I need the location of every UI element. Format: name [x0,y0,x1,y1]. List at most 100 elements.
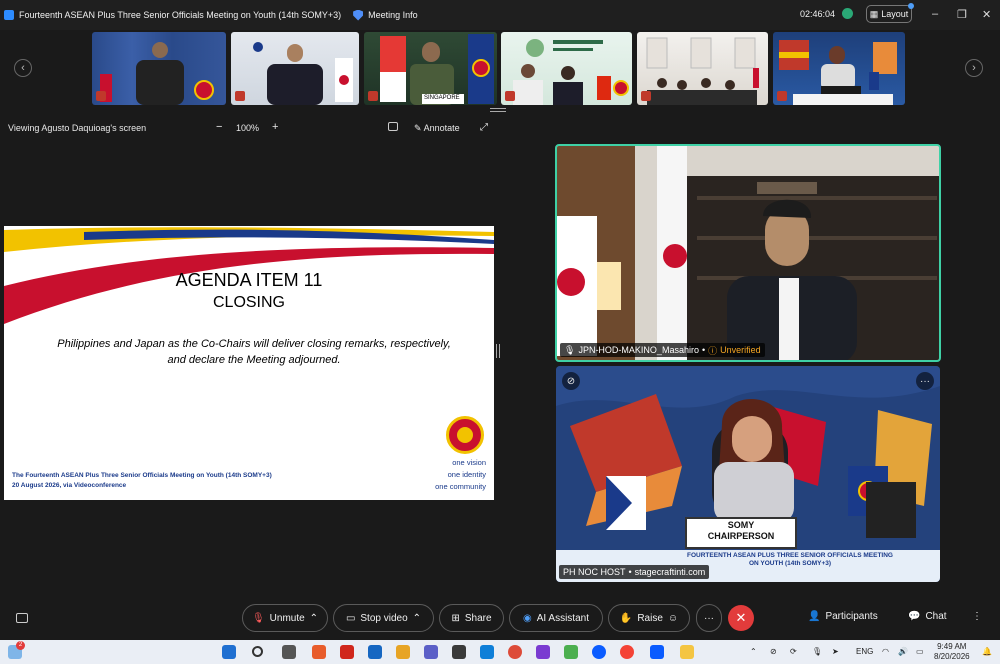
annotate-label: Annotate [423,123,460,133]
slide-body: Philippines and Japan as the Co-Chairs w… [24,336,484,368]
slide-body-line: Philippines and Japan as the Co-Chairs w… [57,338,451,350]
stop-video-button[interactable]: ▭ Stop video ⌃ [333,604,434,632]
video-thumbnail[interactable] [773,32,905,105]
ai-assistant-label: AI Assistant [536,612,589,624]
zoom-in-button[interactable]: + [272,121,278,133]
chevron-up-icon[interactable]: ⌃ [750,647,757,656]
clock-date: 8/20/2026 [934,652,970,661]
teams-icon[interactable] [424,645,438,659]
slide-body-line: and declare the Meeting adjourned. [167,354,341,366]
captions-icon[interactable] [16,613,28,623]
network-icon[interactable]: ⊘ [770,647,777,656]
video-thumbnail[interactable] [501,32,632,105]
location-icon[interactable]: ➤ [832,647,839,656]
leave-button[interactable]: ✕ [728,605,754,631]
chat-button[interactable]: 💬 Chat [908,611,947,622]
hand-icon: ✋ [619,612,633,624]
video-thumbnail[interactable] [637,32,768,105]
participant-video [253,42,353,105]
folder-icon[interactable] [680,645,694,659]
split-resize-handle[interactable] [496,344,500,358]
muted-mic-icon [368,91,378,101]
annotate-button[interactable]: ✎ Annotate [414,123,460,134]
video-tile-japan[interactable]: 🎙 JPN-HOD-MAKINO_Masahiro • ⓘ Unverified [555,144,941,362]
app-icon[interactable] [452,645,466,659]
ai-assistant-button[interactable]: ◉ AI Assistant [509,604,603,632]
unmute-button[interactable]: 🎙 Unmute ⌃ [242,604,328,632]
slide-title: AGENDA ITEM 11 [175,270,323,290]
app-icon[interactable] [564,645,578,659]
copilot-icon[interactable] [536,645,550,659]
raise-hand-button[interactable]: ✋ Raise ☺ [608,604,690,632]
podium-line: SOMY [727,520,755,530]
separator-dot: • [701,345,706,355]
close-button[interactable]: ✕ [982,8,991,21]
muted-mic-icon [641,91,651,101]
more-button[interactable]: ··· [696,604,722,632]
notification-dot [908,3,914,9]
pdf-reader-icon[interactable] [340,645,354,659]
video-tile-philippines[interactable]: ⊘ ··· SOMY CHAIRPERSON FOURTEENTH ASEAN … [556,366,940,582]
chevron-up-icon[interactable]: ⌃ [413,613,421,624]
shield-icon[interactable] [353,9,364,21]
chevron-right-icon[interactable]: › [965,59,983,77]
chevron-up-icon[interactable]: ⌃ [310,613,318,624]
tagline-community: one community [435,482,486,491]
shared-screen-slide: AGENDA ITEM 11 CLOSING Philippines and J… [4,226,494,500]
tagline-vision: one vision [452,458,486,467]
fullscreen-icon[interactable]: ⤢ [480,122,488,133]
zoom-out-button[interactable]: − [216,121,222,133]
zoom-taskbar-icon[interactable] [592,645,606,659]
zoom-meeting-icon[interactable] [650,645,664,659]
input-language[interactable]: ENG [856,647,873,656]
task-view-icon[interactable] [282,645,296,659]
remote-control-icon[interactable] [388,122,398,131]
muted-mic-icon [96,91,106,101]
volume-icon[interactable]: 🔊 [898,647,908,656]
unverified-icon: ⓘ [708,345,718,356]
mic-tray-icon[interactable]: 🎙 [812,647,822,656]
muted-mic-icon [235,91,245,101]
grid-icon: ▦ [869,8,879,19]
share-button[interactable]: ⊞ Share [439,604,504,632]
layout-button[interactable]: ▦ Layout [866,3,914,23]
participants-button[interactable]: 👤 Participants [808,611,878,622]
meeting-info-link[interactable]: Meeting Info [368,10,418,20]
file-explorer-icon[interactable] [396,645,410,659]
app-icon[interactable] [312,645,326,659]
start-menu-icon[interactable] [222,645,236,659]
chrome-icon[interactable] [620,645,634,659]
chat-bubble-icon: 💬 [908,611,921,622]
participant-nameplate: 🎙 JPN-HOD-MAKINO_Masahiro • ⓘ Unverified [560,343,765,357]
video-thumbnail[interactable] [231,32,359,105]
asean-emblem [446,416,484,454]
separator-dot: • [628,567,632,577]
wifi-icon[interactable]: ◠ [882,647,889,656]
emoji-icon[interactable]: ☺ [668,613,678,624]
muted-mic-icon [505,91,515,101]
notification-center-icon[interactable]: 🔔 [982,647,992,656]
pin-off-icon[interactable]: ⊘ [562,372,580,390]
sync-icon[interactable]: ⟳ [790,647,797,656]
edge-icon[interactable] [480,645,494,659]
minimize-button[interactable]: – [932,8,938,20]
video-thumbnail[interactable]: SINGAPORE [364,32,497,105]
more-options-icon[interactable]: ··· [916,372,934,390]
battery-icon[interactable]: ▭ [916,647,924,656]
share-screen-icon: ⊞ [451,612,460,624]
system-clock[interactable]: 9:49 AM 8/20/2026 [934,642,970,662]
restore-button[interactable]: ❐ [957,8,967,21]
viewing-label: Viewing Agusto Daquioag's screen [8,123,147,133]
chevron-left-icon[interactable]: ‹ [14,59,32,77]
stop-video-label: Stop video [360,612,408,624]
strip-resize-handle[interactable] [490,108,506,112]
chrome-icon[interactable] [508,645,522,659]
verification-status: Unverified [720,345,761,355]
video-thumbnail[interactable] [92,32,226,105]
zoom-level[interactable]: 100% [236,123,259,133]
mail-icon[interactable] [368,645,382,659]
overflow-menu-button[interactable]: ⋮ [972,611,982,622]
encryption-icon[interactable] [842,8,853,19]
search-icon[interactable] [252,646,263,657]
singapore-nameplate: SINGAPORE [424,95,460,101]
